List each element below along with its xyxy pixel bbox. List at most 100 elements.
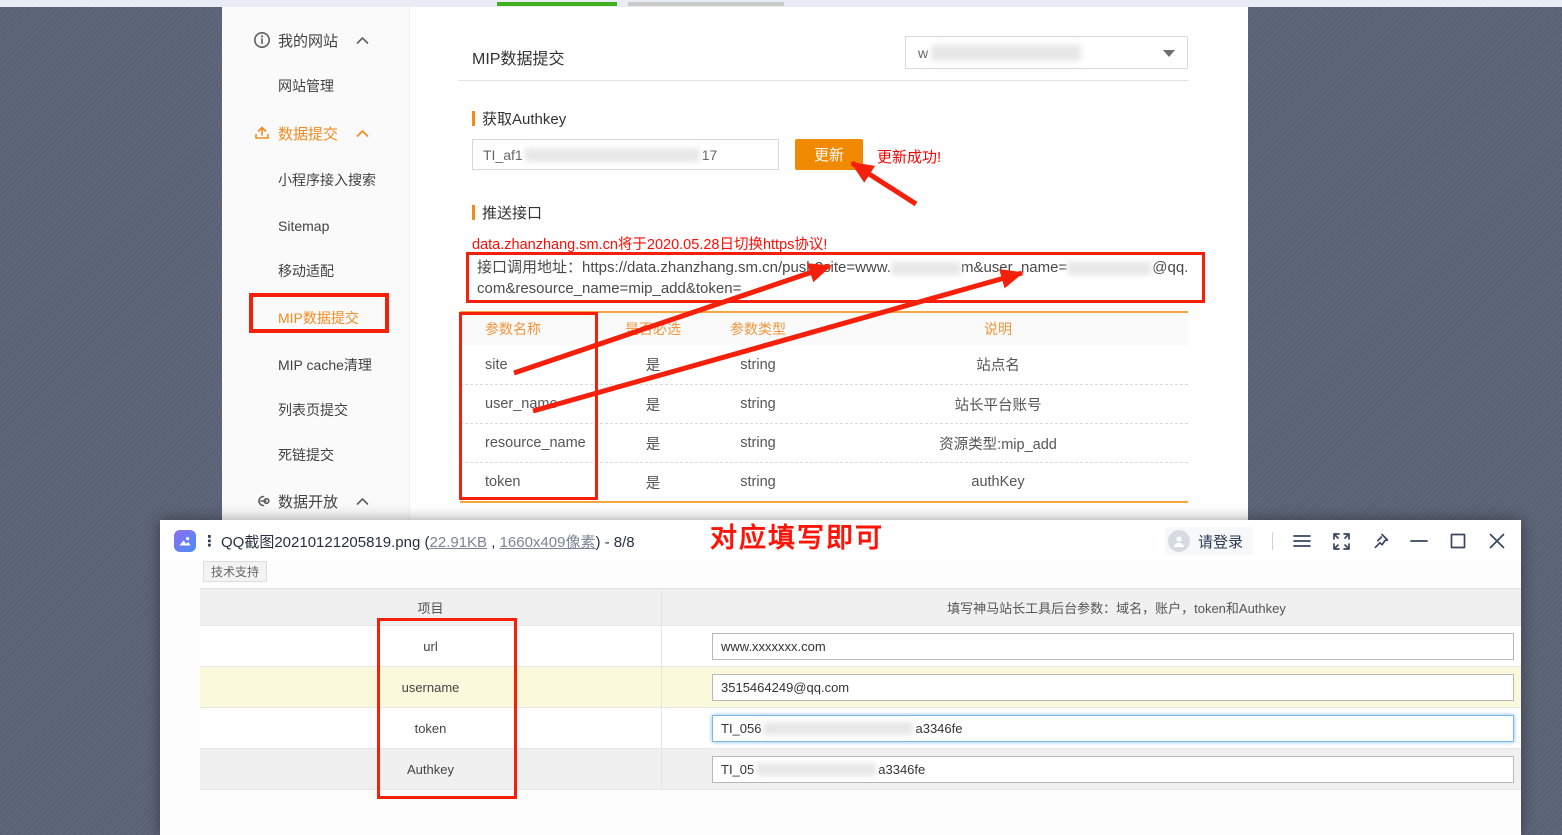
cell-desc: 站点名 xyxy=(808,354,1188,375)
divider xyxy=(1272,532,1273,550)
dimensions-link[interactable]: 1660x409像素 xyxy=(500,534,596,551)
settings-table: 项目 填写神马站长工具后台参数：域名，账户，token和Authkey url … xyxy=(200,588,1521,790)
cell-type: string xyxy=(708,396,808,412)
sidebar-item-deadlink-submit[interactable]: 死链提交 xyxy=(222,443,410,467)
row-label: url xyxy=(200,626,662,666)
file-size-link[interactable]: 22.91KB xyxy=(430,534,488,551)
authkey-value-prefix: TI_af1 xyxy=(483,147,523,163)
paren: ( xyxy=(420,534,429,551)
screen: 我的网站 网站管理 数据提交 小程序接入搜索 Sitemap 移动适配 xyxy=(0,0,1562,835)
close-icon[interactable] xyxy=(1487,531,1507,551)
page-title: MIP数据提交 xyxy=(472,45,564,69)
chevron-down-icon xyxy=(1163,50,1175,57)
sidebar-item-mobile-adapt[interactable]: 移动适配 xyxy=(222,259,410,283)
upload-icon xyxy=(253,124,271,142)
support-tab[interactable]: 技术支持 xyxy=(203,561,267,582)
settings-row-authkey: Authkey TI_05 a3346fe xyxy=(200,749,1521,790)
cell-name: resource_name xyxy=(460,435,598,451)
table-row: user_name 是 string 站长平台账号 xyxy=(460,384,1188,423)
cell-required: 是 xyxy=(598,354,708,375)
image-viewer-app-icon xyxy=(174,530,196,552)
username-field[interactable]: 3515464249@qq.com xyxy=(712,674,1514,701)
redacted-authkey2 xyxy=(756,763,876,776)
link-icon xyxy=(253,492,271,510)
col-header-required: 是否必选 xyxy=(598,319,708,339)
loading-bar-gray xyxy=(628,2,784,6)
row-label: token xyxy=(200,708,662,748)
table-row: site 是 string 站点名 xyxy=(460,345,1188,384)
token-value-prefix: TI_056 xyxy=(721,721,761,736)
avatar xyxy=(1168,530,1190,552)
sidebar-item-data-submit[interactable]: 数据提交 xyxy=(222,121,410,145)
authkey-input[interactable]: TI_af1 17 xyxy=(472,139,779,170)
url-field[interactable]: www.xxxxxxx.com xyxy=(712,633,1514,660)
section-heading-label: 推送接口 xyxy=(482,202,542,223)
settings-row-username: username 3515464249@qq.com xyxy=(200,667,1521,708)
chevron-up-icon xyxy=(356,129,369,138)
viewer-menu-dots-icon[interactable]: ⋮ xyxy=(202,532,217,550)
sidebar-item-label: 移动适配 xyxy=(278,261,334,281)
menu-icon[interactable] xyxy=(1292,531,1312,551)
orange-bar xyxy=(472,205,475,220)
redacted-username xyxy=(1067,262,1152,275)
sidebar-item-site-manage[interactable]: 网站管理 xyxy=(222,74,410,98)
username-value: 3515464249@qq.com xyxy=(721,680,849,695)
pin-icon[interactable] xyxy=(1370,531,1390,551)
redacted-authkey xyxy=(525,148,700,162)
cell-desc: 资源类型:mip_add xyxy=(808,433,1188,454)
cell-type: string xyxy=(708,357,808,373)
cell-required: 是 xyxy=(598,472,708,493)
col-header-item: 项目 xyxy=(200,589,662,625)
token-field[interactable]: TI_056 a3346fe xyxy=(712,715,1514,742)
row-label: username xyxy=(200,667,662,707)
api-url-box: 接口调用地址：https://data.zhanzhang.sm.cn/push… xyxy=(466,252,1205,303)
maximize-icon[interactable] xyxy=(1448,531,1468,551)
sidebar-item-mip-cache[interactable]: MIP cache清理 xyxy=(222,353,410,377)
sidebar-item-label: 数据开放 xyxy=(278,491,338,512)
separator: , xyxy=(487,534,500,551)
cell-required: 是 xyxy=(598,433,708,454)
site-selector-dropdown[interactable]: w xyxy=(905,36,1188,69)
redacted-domain xyxy=(891,262,961,275)
col-header-name: 参数名称 xyxy=(460,319,598,339)
redacted-token xyxy=(763,722,913,735)
fullscreen-icon[interactable] xyxy=(1331,531,1351,551)
sidebar-item-label: 死链提交 xyxy=(278,445,334,465)
sidebar-item-sitemap[interactable]: Sitemap xyxy=(222,214,410,238)
viewer-titlebar[interactable]: ⋮ QQ截图20210121205819.png (22.91KB , 1660… xyxy=(160,520,1521,562)
update-button[interactable]: 更新 xyxy=(795,139,863,170)
minimize-icon[interactable] xyxy=(1409,531,1429,551)
browser-top-strip xyxy=(0,0,1562,7)
viewer-image-area: 技术支持 项目 填写神马站长工具后台参数：域名，账户，token和Authkey… xyxy=(160,562,1521,835)
col-header-hint: 填写神马站长工具后台参数：域名，账户，token和Authkey xyxy=(662,598,1521,617)
chevron-up-icon xyxy=(356,497,369,506)
sidebar-item-data-open[interactable]: 数据开放 xyxy=(222,489,410,513)
sidebar-item-label: 列表页提交 xyxy=(278,400,348,420)
row-label: Authkey xyxy=(200,749,662,789)
sidebar-item-my-site[interactable]: 我的网站 xyxy=(222,28,410,52)
sidebar-item-miniapp-search[interactable]: 小程序接入搜索 xyxy=(222,168,410,192)
col-header-desc: 说明 xyxy=(808,319,1188,339)
viewer-title: QQ截图20210121205819.png (22.91KB , 1660x4… xyxy=(221,531,635,552)
settings-table-header: 项目 填写神马站长工具后台参数：域名，账户，token和Authkey xyxy=(200,589,1521,626)
cell-name: site xyxy=(460,357,598,373)
params-table: 参数名称 是否必选 参数类型 说明 site 是 string 站点名 user… xyxy=(460,311,1188,503)
table-row: resource_name 是 string 资源类型:mip_add xyxy=(460,423,1188,462)
paren: ) - 8/8 xyxy=(595,534,634,551)
sidebar-item-label: 数据提交 xyxy=(278,123,338,144)
cell-name: token xyxy=(460,474,598,490)
authkey-field[interactable]: TI_05 a3346fe xyxy=(712,756,1514,783)
authkey-value-prefix: TI_05 xyxy=(721,762,754,777)
section-heading-label: 获取Authkey xyxy=(482,108,566,129)
sidebar-item-label: 我的网站 xyxy=(278,30,338,51)
params-table-header: 参数名称 是否必选 参数类型 说明 xyxy=(460,313,1188,345)
sidebar-item-label: Sitemap xyxy=(278,218,329,234)
sidebar-item-mip-submit[interactable]: MIP数据提交 xyxy=(222,306,410,330)
col-header-type: 参数类型 xyxy=(708,319,808,339)
cell-desc: authKey xyxy=(808,474,1188,490)
token-value-suffix: a3346fe xyxy=(915,721,962,736)
file-name: QQ截图20210121205819.png xyxy=(221,534,420,551)
login-button[interactable]: 请登录 xyxy=(1165,527,1253,555)
cell-required: 是 xyxy=(598,394,708,415)
sidebar-item-list-submit[interactable]: 列表页提交 xyxy=(222,398,410,422)
